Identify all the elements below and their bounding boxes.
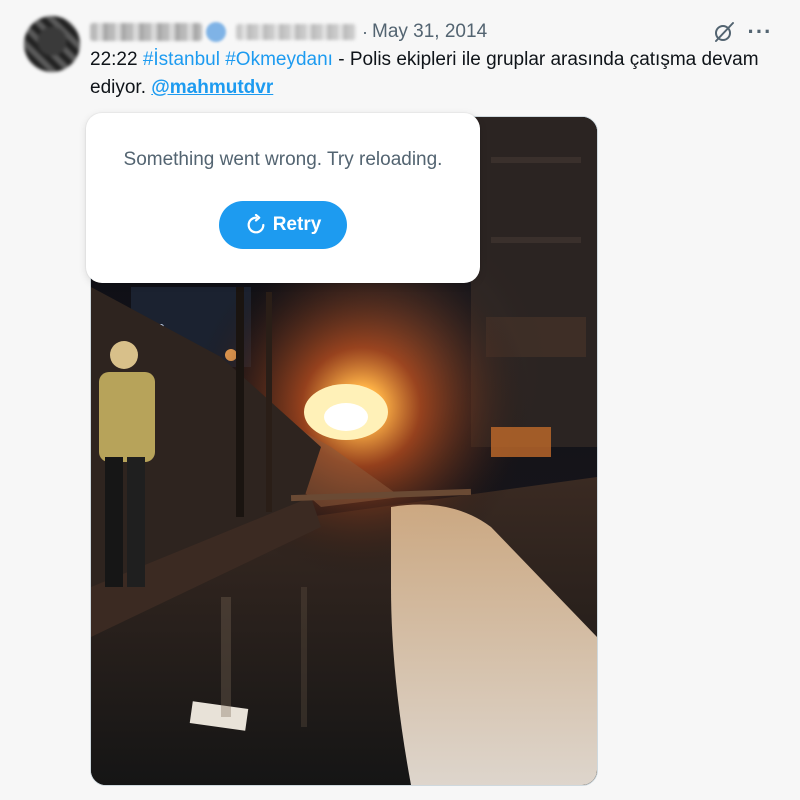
- verified-badge-icon: [206, 22, 226, 42]
- retry-label: Retry: [272, 214, 322, 235]
- tweet-header: · May 31, 2014: [90, 18, 770, 46]
- tweet-date[interactable]: May 31, 2014: [372, 21, 487, 43]
- error-message: Something went wrong. Try reloading.: [123, 149, 443, 170]
- author-handle-blurred[interactable]: [236, 24, 356, 40]
- hashtag-istanbul[interactable]: #İstanbul: [143, 49, 220, 70]
- tweet-time: 22:22: [90, 49, 143, 70]
- grok-icon[interactable]: [710, 18, 738, 46]
- retry-button[interactable]: Retry: [219, 201, 347, 249]
- refresh-icon: [245, 214, 267, 236]
- tweet-text: 22:22 #İstanbul #Okmeydanı - Polis ekipl…: [90, 46, 770, 102]
- media-error-card: Something went wrong. Try reloading. Ret…: [86, 113, 480, 283]
- author-name-blurred[interactable]: [90, 23, 202, 41]
- author-avatar[interactable]: [24, 16, 80, 72]
- hashtag-okmeydani[interactable]: #Okmeydanı: [225, 49, 333, 70]
- tweet-card: · May 31, 2014 ··· 22:22 #İstanbul #Okme…: [0, 0, 800, 800]
- mention-link[interactable]: @mahmutdvr: [151, 77, 273, 98]
- header-separator: ·: [362, 21, 368, 42]
- more-options-icon[interactable]: ···: [746, 18, 774, 46]
